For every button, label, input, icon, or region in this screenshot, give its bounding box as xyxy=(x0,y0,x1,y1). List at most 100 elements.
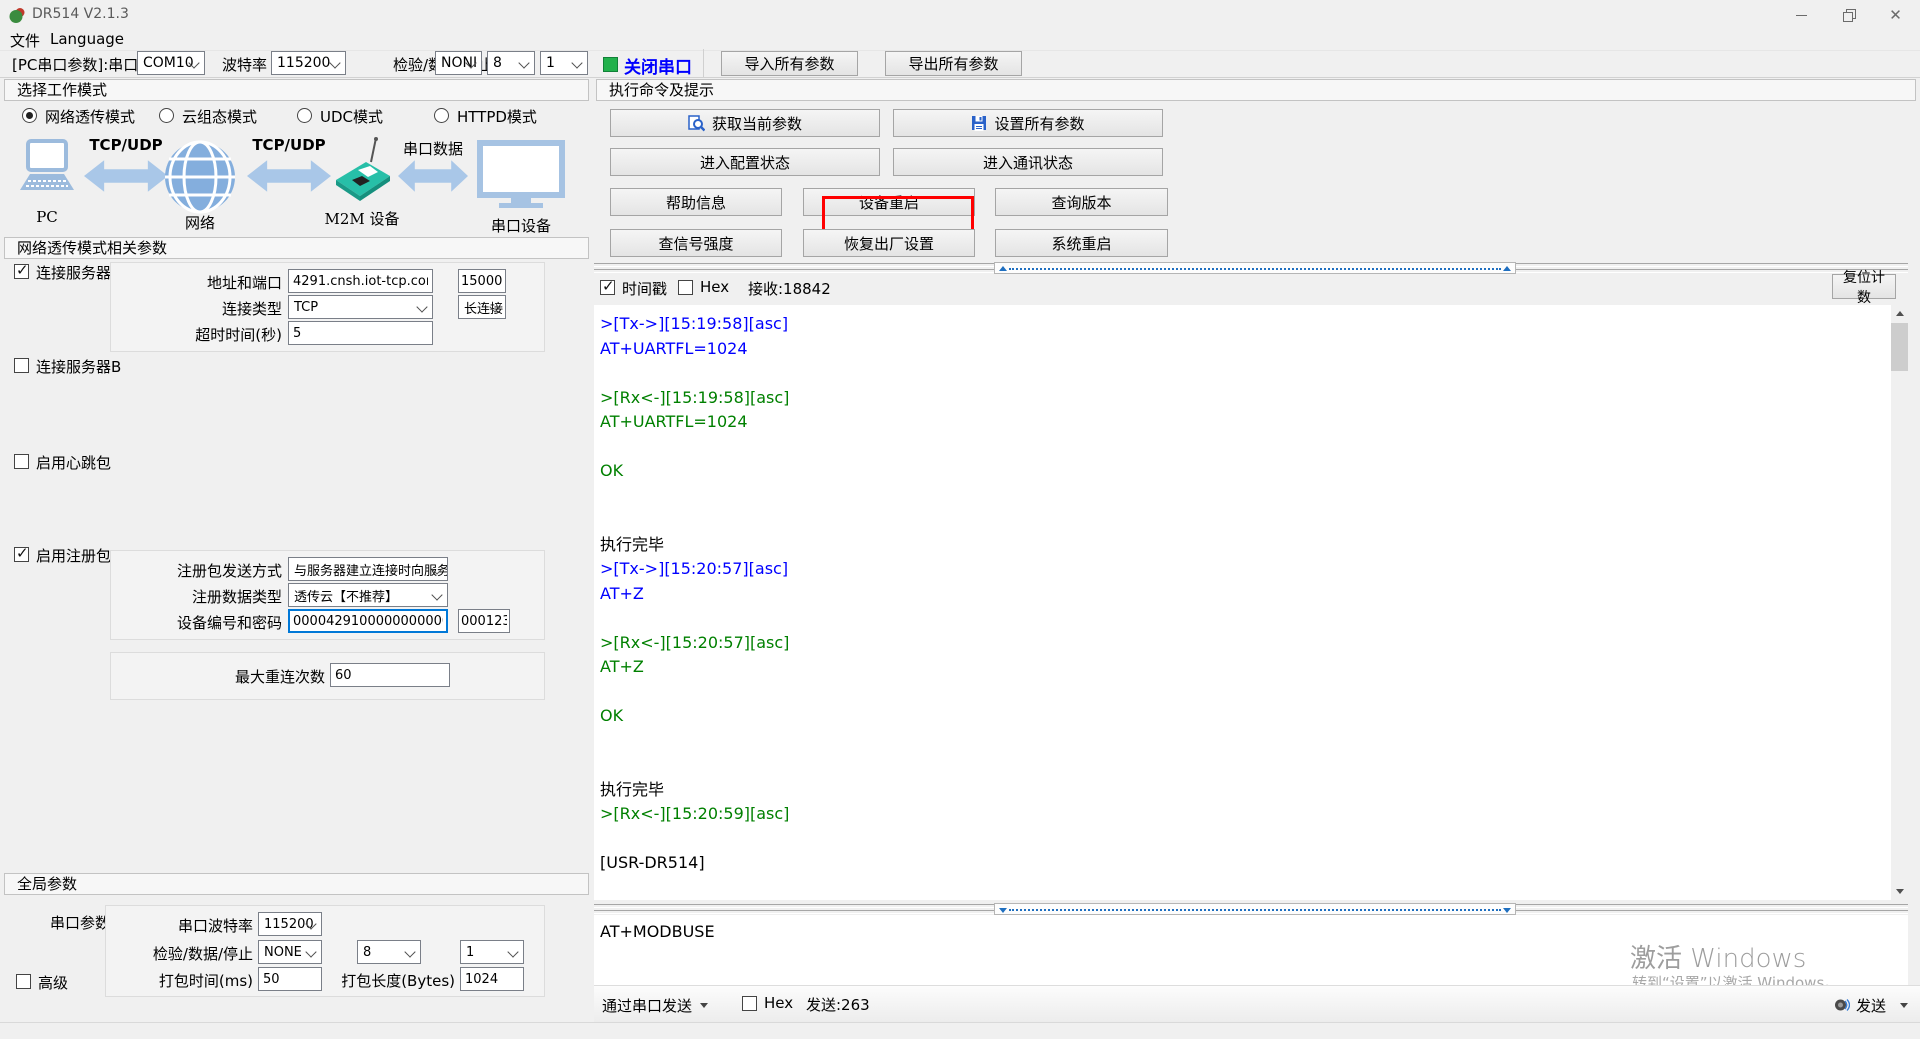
radio-net-transparent-mode[interactable] xyxy=(22,108,37,123)
log-line: AT+UARTFL=1024 xyxy=(600,337,789,362)
radio-udc-mode[interactable] xyxy=(297,108,312,123)
global-params-header: 全局参数 xyxy=(4,873,589,895)
log-hex-label: Hex xyxy=(700,278,729,296)
pack-time-label: 打包时间(ms) xyxy=(150,970,253,991)
baud-select[interactable]: 115200 xyxy=(271,51,346,75)
reset-counter-button[interactable]: 复位计数 xyxy=(1832,274,1896,299)
splitter-slider[interactable] xyxy=(994,262,1516,274)
baud-label: 波特率 xyxy=(222,54,267,75)
query-version-button[interactable]: 查询版本 xyxy=(995,188,1168,216)
import-params-button[interactable]: 导入所有参数 xyxy=(721,51,858,76)
send-button[interactable]: 发送 xyxy=(1834,993,1908,1017)
com-port-select[interactable]: COM10 xyxy=(137,51,205,75)
log-area[interactable]: >[Tx->][15:19:58][asc]AT+UARTFL=1024 >[R… xyxy=(594,305,1908,900)
databits-select[interactable]: 8 xyxy=(487,51,535,75)
server-port-input[interactable] xyxy=(458,269,506,293)
chevron-down-icon xyxy=(1900,1003,1908,1008)
send-hex-checkbox[interactable] xyxy=(742,996,757,1011)
reg-send-mode-select[interactable]: 与服务器建立连接时向服务 xyxy=(288,557,448,581)
pack-len-input[interactable] xyxy=(460,967,524,991)
radio-label[interactable]: 网络透传模式 xyxy=(45,106,135,127)
pc-icon xyxy=(16,138,78,204)
diagram-link-label: TCP/UDP xyxy=(249,136,329,154)
radio-label[interactable]: HTTPD模式 xyxy=(457,106,537,127)
close-button[interactable]: ✕ xyxy=(1873,0,1918,30)
g-baud-select[interactable]: 115200 xyxy=(258,912,322,936)
device-id-label: 设备编号和密码 xyxy=(150,612,282,633)
scrollbar-thumb[interactable] xyxy=(1891,323,1908,371)
system-restart-button[interactable]: 系统重启 xyxy=(995,229,1168,257)
enter-comm-button[interactable]: 进入通讯状态 xyxy=(893,148,1163,176)
send-via-dropdown[interactable]: 通过串口发送 xyxy=(602,994,708,1016)
pack-len-label: 打包长度(Bytes) xyxy=(330,970,455,991)
log-line: AT+Z xyxy=(600,655,789,680)
help-info-button[interactable]: 帮助信息 xyxy=(610,188,782,216)
log-splitter[interactable] xyxy=(594,262,1908,274)
chevron-down-icon xyxy=(329,57,340,68)
advanced-checkbox[interactable] xyxy=(16,974,31,989)
device-restart-button[interactable]: 设备重启 xyxy=(803,188,975,216)
g-parity-label: 检验/数据/停止 xyxy=(150,943,253,964)
chevron-down-icon xyxy=(431,589,442,600)
stopbits-select[interactable]: 1 xyxy=(540,51,588,75)
timeout-label: 超时时间(秒) xyxy=(160,324,282,345)
log-line xyxy=(600,435,789,460)
g-databits-select[interactable]: 8 xyxy=(357,940,421,964)
reg-send-mode-label: 注册包发送方式 xyxy=(150,560,282,581)
server-a-checkbox[interactable] xyxy=(14,264,29,279)
timeout-input[interactable] xyxy=(288,321,433,345)
log-scrollbar[interactable] xyxy=(1891,305,1908,900)
reg-data-type-select[interactable]: 透传云【不推荐】 xyxy=(288,583,448,607)
sent-counter: 发送:263 xyxy=(806,994,870,1015)
slider-handle-icon[interactable] xyxy=(1503,908,1511,913)
restore-button[interactable] xyxy=(1826,0,1871,30)
splitter-slider[interactable] xyxy=(994,903,1516,915)
diagram-link-label: TCP/UDP xyxy=(86,136,166,154)
radio-cloud-config-mode[interactable] xyxy=(159,108,174,123)
radio-httpd-mode[interactable] xyxy=(434,108,449,123)
close-port-button[interactable]: 关闭串口 xyxy=(624,53,692,78)
set-params-button[interactable]: 设置所有参数 xyxy=(893,109,1163,137)
register-checkbox[interactable] xyxy=(14,547,29,562)
log-line: >[Tx->][15:19:58][asc] xyxy=(600,312,789,337)
factory-reset-button[interactable]: 恢复出厂设置 xyxy=(803,229,975,257)
export-params-button[interactable]: 导出所有参数 xyxy=(885,51,1022,76)
log-hex-checkbox[interactable] xyxy=(678,280,693,295)
menu-file[interactable]: 文件 xyxy=(10,30,40,51)
signal-strength-button[interactable]: 查信号强度 xyxy=(610,229,782,257)
enter-config-button[interactable]: 进入配置状态 xyxy=(610,148,880,176)
reconnect-input[interactable] xyxy=(330,663,450,687)
menu-language[interactable]: Language xyxy=(50,30,124,48)
conn-persist-select[interactable]: 长连接 xyxy=(458,295,506,319)
activate-windows-watermark: 激活 Windows xyxy=(1630,938,1806,975)
radio-label[interactable]: 云组态模式 xyxy=(182,106,257,127)
heartbeat-checkbox[interactable] xyxy=(14,454,29,469)
server-a-label: 连接服务器A xyxy=(36,262,121,283)
slider-handle-icon[interactable] xyxy=(999,266,1007,271)
pack-time-input[interactable] xyxy=(258,967,322,991)
g-parity-select[interactable]: NONE xyxy=(258,940,322,964)
g-stopbits-select[interactable]: 1 xyxy=(460,940,524,964)
reconnect-label: 最大重连次数 xyxy=(210,666,325,687)
diagram-node-label: PC xyxy=(17,208,77,226)
slider-handle-icon[interactable] xyxy=(999,908,1007,913)
radio-label[interactable]: UDC模式 xyxy=(320,106,383,127)
scroll-up-icon[interactable] xyxy=(1891,305,1908,322)
scroll-down-icon[interactable] xyxy=(1891,883,1908,900)
log-line: OK xyxy=(600,459,789,484)
send-input-text[interactable]: AT+MODBUSE xyxy=(600,922,715,941)
slider-handle-icon[interactable] xyxy=(1503,266,1511,271)
chevron-down-icon xyxy=(507,946,518,957)
server-addr-input[interactable] xyxy=(288,269,433,293)
timestamp-checkbox[interactable] xyxy=(600,280,615,295)
log-line xyxy=(600,729,789,754)
parity-select[interactable]: NONI xyxy=(435,51,482,75)
send-splitter[interactable] xyxy=(594,903,1908,915)
get-params-button[interactable]: 获取当前参数 xyxy=(610,109,880,137)
log-line: OK xyxy=(600,704,789,729)
server-b-checkbox[interactable] xyxy=(14,358,29,373)
device-password-input[interactable] xyxy=(458,609,510,633)
device-id-input[interactable] xyxy=(288,609,448,633)
conn-type-select[interactable]: TCP xyxy=(288,295,433,319)
minimize-button[interactable] xyxy=(1779,0,1824,30)
